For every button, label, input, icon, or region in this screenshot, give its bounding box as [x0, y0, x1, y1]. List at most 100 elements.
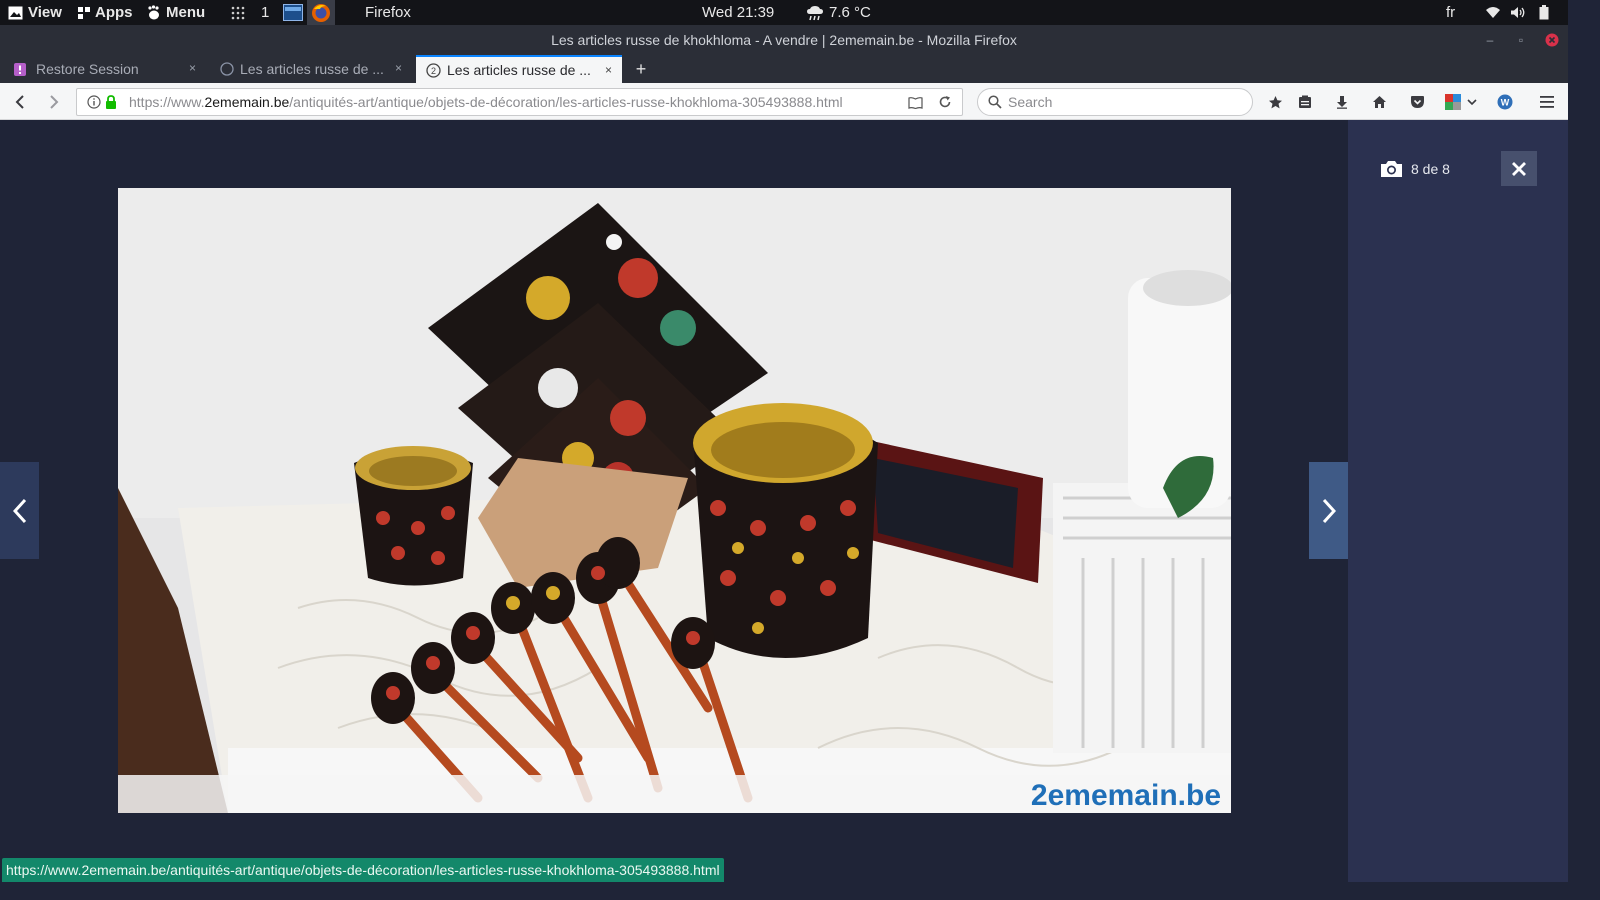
- active-app-label: Firefox: [365, 4, 411, 21]
- chevron-down-icon: [1467, 98, 1477, 105]
- previous-image-button[interactable]: [0, 462, 39, 559]
- counter-label: 8 de 8: [1411, 161, 1450, 177]
- battery-icon: [1539, 5, 1549, 20]
- library-button[interactable]: [1294, 91, 1316, 113]
- image-icon: [8, 6, 23, 19]
- window-thumbnail-icon: [283, 4, 303, 21]
- firefox-icon: [312, 3, 330, 22]
- weather-indicator[interactable]: 7.6 °C: [806, 0, 871, 25]
- lightbox-viewer: 2ememain.be 8 de 8: [0, 120, 1568, 882]
- cloud-rain-icon: [807, 5, 823, 20]
- tab-restore-session[interactable]: Restore Session ×: [0, 55, 206, 83]
- tab-article-active[interactable]: 2 Les articles russe de ... ×: [416, 55, 622, 83]
- maximize-button[interactable]: ▫: [1512, 25, 1530, 55]
- site-favicon-icon: 2: [426, 62, 441, 78]
- url-path: /antiquités-art/antique/objets-de-décora…: [289, 94, 843, 110]
- dots-grid-icon: [231, 6, 245, 19]
- viewer-sidebar: 8 de 8: [1348, 120, 1568, 882]
- pocket-button[interactable]: [1406, 91, 1428, 113]
- arrow-left-icon: [15, 95, 24, 109]
- window-title: Les articles russe de khokhloma - A vend…: [551, 32, 1017, 48]
- tab-close-icon[interactable]: ×: [395, 61, 402, 75]
- download-arrow-icon: [1337, 96, 1347, 109]
- tab-close-icon[interactable]: ×: [605, 63, 612, 77]
- star-icon: [1268, 95, 1282, 108]
- search-icon: [988, 95, 1002, 109]
- back-button[interactable]: [9, 91, 31, 113]
- view-menu[interactable]: View: [8, 0, 62, 25]
- workspace-grid-button[interactable]: [231, 0, 245, 25]
- clock[interactable]: Wed 21:39: [702, 0, 774, 25]
- extension-translate-button[interactable]: [1442, 91, 1464, 113]
- minimize-button[interactable]: –: [1481, 25, 1499, 55]
- main-menu[interactable]: Menu: [147, 0, 205, 25]
- home-icon: [1372, 96, 1386, 108]
- volume-icon: [1511, 7, 1525, 18]
- home-button[interactable]: [1368, 91, 1390, 113]
- info-icon[interactable]: [87, 95, 101, 109]
- watermark-text: 2ememain.be: [1031, 779, 1221, 812]
- new-tab-button[interactable]: +: [630, 55, 652, 83]
- arrow-right-icon: [50, 95, 59, 109]
- wifi-indicator[interactable]: [1485, 0, 1501, 25]
- clipboard-icon: [1299, 95, 1311, 108]
- loading-spinner-icon: [220, 62, 234, 76]
- tab-close-icon[interactable]: ×: [189, 61, 196, 75]
- workspace-indicator[interactable]: 1: [261, 0, 269, 25]
- active-app-name: Firefox: [365, 0, 411, 25]
- tab-article-loading[interactable]: Les articles russe de ... ×: [206, 55, 412, 83]
- hamburger-icon: [1540, 96, 1554, 108]
- battery-indicator[interactable]: [1539, 0, 1549, 25]
- extension-w-button[interactable]: W: [1494, 91, 1516, 113]
- listing-photo[interactable]: 2ememain.be: [118, 188, 1231, 813]
- reader-view-icon[interactable]: [908, 96, 923, 109]
- workspace-number: 1: [261, 4, 270, 21]
- apps-menu[interactable]: Apps: [78, 0, 133, 25]
- apps-label: Apps: [95, 4, 133, 21]
- taskbar-firefox[interactable]: [307, 0, 335, 25]
- restore-icon: ▫: [1518, 33, 1524, 47]
- apps-grid-icon: [78, 6, 90, 19]
- chevron-right-icon: [1322, 498, 1336, 523]
- svg-text:W: W: [1501, 98, 1510, 108]
- downloads-button[interactable]: [1331, 91, 1353, 113]
- keyboard-layout-label: fr: [1446, 4, 1456, 21]
- close-circle-icon: [1545, 33, 1559, 47]
- navigation-toolbar: https://www.2ememain.be/antiquités-art/a…: [0, 83, 1568, 120]
- gnome-foot-icon: [148, 5, 159, 20]
- chevron-left-icon: [12, 498, 26, 523]
- minimize-icon: –: [1486, 33, 1494, 47]
- reload-icon[interactable]: [938, 95, 952, 109]
- keyboard-layout[interactable]: fr: [1446, 0, 1455, 25]
- svg-text:2: 2: [431, 66, 436, 76]
- image-counter: 8 de 8: [1380, 160, 1450, 178]
- tab-strip: Restore Session × Les articles russe de …: [0, 55, 1568, 83]
- search-bar[interactable]: Search: [977, 88, 1253, 116]
- next-image-button[interactable]: [1309, 462, 1348, 559]
- wifi-icon: [1486, 7, 1500, 18]
- extension-menu-dropdown[interactable]: [1465, 91, 1479, 113]
- tab-label: Les articles russe de ...: [447, 62, 591, 78]
- view-label: View: [28, 4, 62, 21]
- lock-icon[interactable]: [105, 95, 117, 109]
- tab-label: Restore Session: [36, 61, 139, 77]
- forward-button[interactable]: [43, 91, 65, 113]
- translate-extension-icon: [1445, 94, 1461, 110]
- search-placeholder: Search: [1008, 94, 1053, 110]
- url-bar[interactable]: https://www.2ememain.be/antiquités-art/a…: [76, 88, 963, 116]
- menu-label: Menu: [166, 4, 206, 21]
- clock-label: Wed 21:39: [702, 4, 775, 21]
- close-viewer-button[interactable]: [1501, 151, 1537, 186]
- status-link-preview: https://www.2ememain.be/antiquités-art/a…: [2, 858, 724, 882]
- weather-label: 7.6 °C: [829, 4, 871, 21]
- hamburger-menu-button[interactable]: [1536, 91, 1558, 113]
- url-text: https://www.2ememain.be/antiquités-art/a…: [129, 94, 843, 110]
- khokhloma-photo-illustration: 2ememain.be: [118, 188, 1231, 813]
- bookmark-star-button[interactable]: [1264, 91, 1286, 113]
- window-titlebar[interactable]: Les articles russe de khokhloma - A vend…: [0, 25, 1568, 55]
- pocket-icon: [1410, 96, 1424, 108]
- volume-indicator[interactable]: [1510, 0, 1525, 25]
- camera-icon: [1381, 161, 1402, 177]
- close-window-button[interactable]: [1543, 25, 1561, 55]
- taskbar-window-thumb[interactable]: [283, 0, 303, 25]
